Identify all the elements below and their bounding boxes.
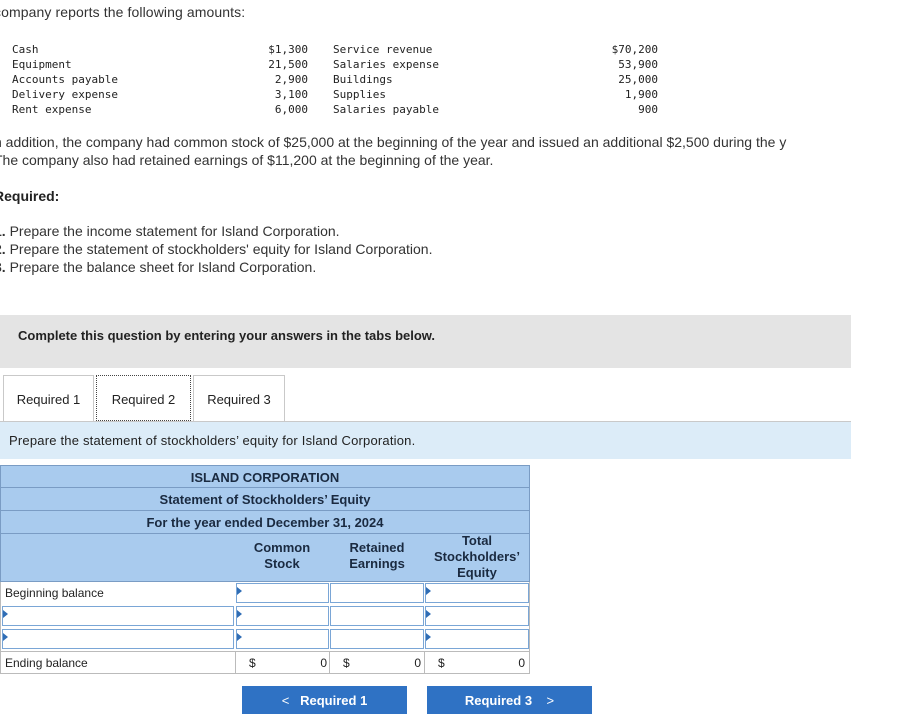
row-retained-input[interactable]	[330, 629, 424, 649]
table-row-ending: Ending balance $ 0 $ 0 $ 0	[0, 651, 530, 674]
row-total-input[interactable]	[425, 629, 529, 649]
chevron-left-icon: <	[281, 693, 290, 708]
prev-button-label: Required 1	[300, 693, 368, 708]
prev-required-1-button[interactable]: < Required 1	[242, 686, 407, 714]
required-item-text: Prepare the income statement for Island …	[5, 223, 340, 239]
account-name: Delivery expense	[12, 88, 118, 101]
required-item-text: Prepare the balance sheet for Island Cor…	[5, 259, 317, 275]
dropdown-marker-icon	[426, 610, 431, 618]
row-label: Ending balance	[5, 656, 88, 670]
account-name: Supplies	[333, 88, 386, 101]
account-amount: 21,500	[268, 58, 308, 71]
account-amount: 2,900	[274, 73, 308, 86]
account-amount: $1,300	[268, 43, 308, 56]
required-heading: Required:	[0, 188, 60, 204]
row-common-input[interactable]	[236, 606, 329, 626]
account-amount: 900	[638, 103, 658, 116]
account-name: Salaries payable	[333, 103, 439, 116]
info-paragraph-line2: The company also had retained earnings o…	[0, 152, 494, 168]
column-headers: Common Stock Retained Earnings Total Stockh…	[0, 533, 530, 582]
col-header-total-equity: Total Stockholders’ Equity	[434, 533, 520, 580]
currency-symbol: $	[343, 656, 350, 670]
row-total-input[interactable]	[425, 606, 529, 626]
account-amount: 25,000	[618, 73, 658, 86]
info-paragraph-line1: n addition, the company had common stock…	[0, 134, 787, 150]
col-header-common-stock: Common Stock	[253, 540, 311, 571]
dropdown-marker-icon	[3, 610, 8, 618]
statement-company: ISLAND CORPORATION	[0, 465, 530, 488]
statement-period: For the year ended December 31, 2024	[0, 511, 530, 534]
table-row	[0, 605, 530, 628]
row-label-select[interactable]	[2, 606, 234, 626]
account-name: Accounts payable	[12, 73, 118, 86]
col-header-retained-earnings: Retained Earnings	[349, 540, 405, 571]
required-item: 1. Prepare the income statement for Isla…	[0, 222, 432, 240]
account-name: Buildings	[333, 73, 393, 86]
account-name: Rent expense	[12, 103, 92, 116]
dropdown-marker-icon	[237, 610, 242, 618]
complete-question-text: Complete this question by entering your …	[18, 328, 436, 343]
accounts-right-names: Service revenue Salaries expense Buildin…	[333, 42, 439, 117]
chevron-right-icon: >	[546, 693, 555, 708]
table-row	[0, 628, 530, 651]
row-label: Beginning balance	[5, 586, 104, 600]
tab-required-3[interactable]: Required 3	[193, 375, 285, 421]
account-amount: 1,900	[624, 88, 658, 101]
table-row-beginning: Beginning balance	[0, 582, 530, 605]
account-amount: 6,000	[274, 103, 308, 116]
tab-required-2[interactable]: Required 2	[96, 375, 191, 421]
statement-table: ISLAND CORPORATION Statement of Stockhol…	[0, 465, 530, 674]
tab-required-1[interactable]: Required 1	[3, 375, 94, 421]
beginning-total-input[interactable]	[425, 583, 529, 603]
next-button-label: Required 3	[464, 693, 533, 708]
required-item: 3. Prepare the balance sheet for Island …	[0, 258, 432, 276]
currency-symbol: $	[438, 656, 445, 670]
intro-text: company reports the following amounts:	[0, 4, 246, 20]
accounts-left-names: Cash Equipment Accounts payable Delivery…	[12, 42, 118, 117]
account-name: Cash	[12, 43, 39, 56]
statement-title: Statement of Stockholders’ Equity	[0, 488, 530, 511]
account-amount: $70,200	[611, 43, 658, 56]
instruction-banner: Prepare the statement of stockholders’ e…	[0, 422, 851, 459]
dropdown-marker-icon	[237, 633, 242, 641]
account-amount: 3,100	[274, 88, 308, 101]
row-common-input[interactable]	[236, 629, 329, 649]
dropdown-marker-icon	[3, 633, 8, 641]
required-item: 2. Prepare the statement of stockholders…	[0, 240, 432, 258]
row-retained-input[interactable]	[330, 606, 424, 626]
dropdown-marker-icon	[426, 633, 431, 641]
ending-common-value: 0	[320, 656, 327, 670]
next-required-3-button[interactable]: Required 3 >	[427, 686, 592, 714]
accounts-right-amounts: $70,200 53,900 25,000 1,900 900	[580, 42, 658, 117]
required-list: 1. Prepare the income statement for Isla…	[0, 222, 432, 276]
complete-question-banner: Complete this question by entering your …	[0, 315, 851, 368]
currency-symbol: $	[249, 656, 256, 670]
accounts-left-amounts: $1,300 21,500 2,900 3,100 6,000	[240, 42, 308, 117]
account-amount: 53,900	[618, 58, 658, 71]
dropdown-marker-icon	[426, 587, 431, 595]
account-name: Service revenue	[333, 43, 433, 56]
beginning-common-input[interactable]	[236, 583, 329, 603]
account-name: Salaries expense	[333, 58, 439, 71]
instruction-text: Prepare the statement of stockholders’ e…	[9, 433, 416, 448]
ending-retained-value: 0	[414, 656, 421, 670]
row-label-select[interactable]	[2, 629, 234, 649]
required-item-text: Prepare the statement of stockholders' e…	[5, 241, 433, 257]
dropdown-marker-icon	[237, 587, 242, 595]
ending-total-value: 0	[518, 656, 525, 670]
account-name: Equipment	[12, 58, 72, 71]
beginning-retained-input[interactable]	[330, 583, 424, 603]
